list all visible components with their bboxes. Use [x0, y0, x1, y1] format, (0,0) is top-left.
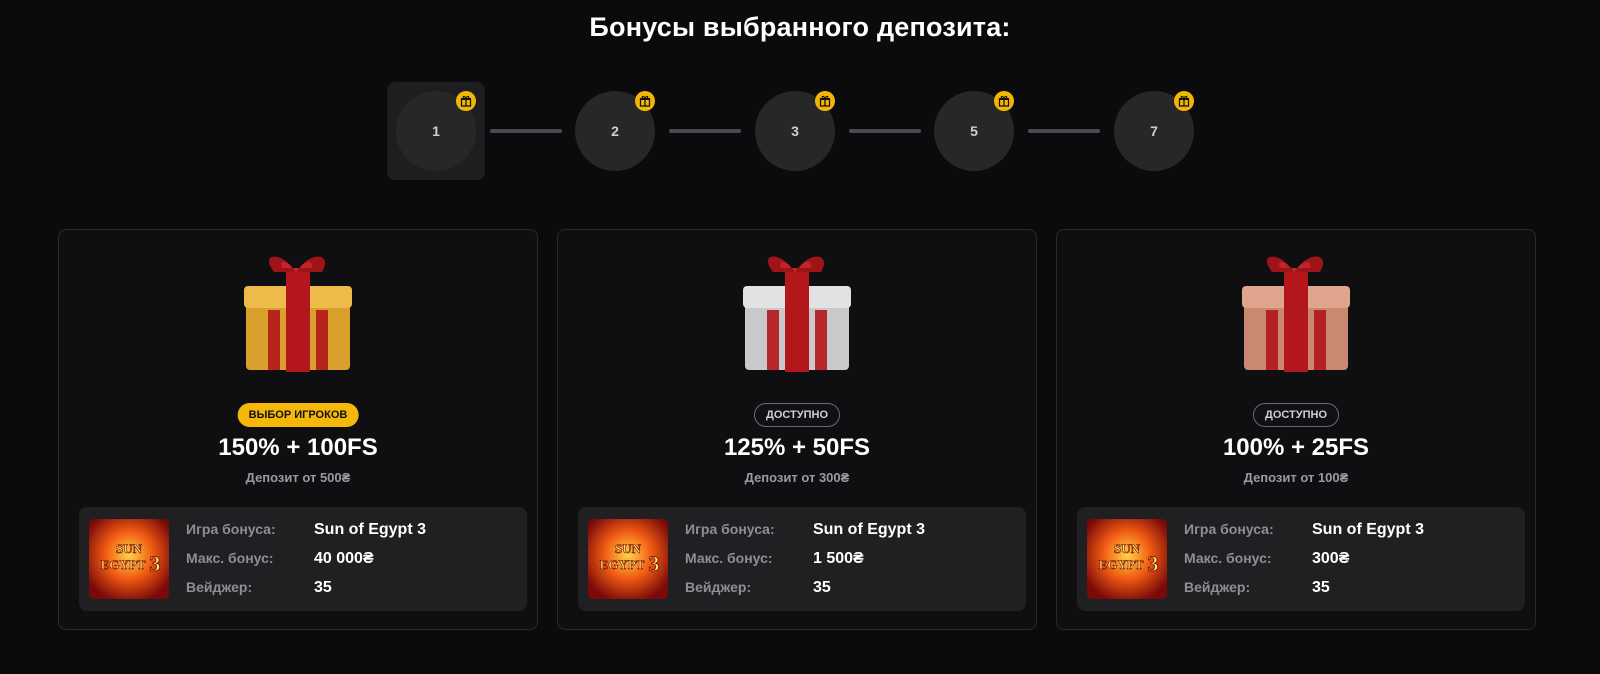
step-connector [849, 129, 921, 133]
max-bonus-row: Макс. бонус: 1 500₴ [685, 550, 864, 568]
game-row: Игра бонуса: Sun of Egypt 3 [685, 521, 925, 539]
min-deposit: Депозит от 300₴ [744, 470, 850, 485]
game-value: Sun of Egypt 3 [314, 521, 426, 538]
svg-text:EGYPT: EGYPT [600, 557, 645, 572]
gift-icon [456, 91, 476, 111]
game-thumbnail[interactable]: SUN EGYPT 3 [588, 519, 668, 599]
game-label: Игра бонуса: [685, 521, 775, 537]
min-deposit: Депозит от 500₴ [245, 470, 351, 485]
bonus-game-panel: SUN EGYPT 3 Игра бонуса: Sun of Egypt 3 М… [578, 507, 1026, 611]
wager-row: Вейджер: 35 [685, 579, 831, 597]
wager-label: Вейджер: [685, 579, 752, 595]
bonus-card[interactable]: ДОСТУПНО 100% + 25FS Депозит от 100₴ SUN… [1056, 229, 1536, 630]
wager-value: 35 [813, 579, 831, 596]
svg-text:SUN: SUN [615, 541, 642, 556]
game-thumbnail[interactable]: SUN EGYPT 3 [89, 519, 169, 599]
max-bonus-row: Макс. бонус: 300₴ [1184, 550, 1349, 568]
svg-text:3: 3 [649, 551, 660, 576]
wager-row: Вейджер: 35 [186, 579, 332, 597]
wager-value: 35 [1312, 579, 1330, 596]
step-1[interactable]: 1 [387, 82, 485, 180]
status-badge: ДОСТУПНО [1252, 403, 1340, 427]
min-deposit: Депозит от 100₴ [1243, 470, 1349, 485]
svg-text:3: 3 [150, 551, 161, 576]
game-value: Sun of Egypt 3 [1312, 521, 1424, 538]
wager-value: 35 [314, 579, 332, 596]
max-bonus-label: Макс. бонус: [1184, 550, 1272, 566]
wager-label: Вейджер: [186, 579, 253, 595]
max-bonus-value: 40 000₴ [314, 550, 374, 567]
gift-box-gold-icon [244, 256, 352, 372]
bonus-game-panel: SUN EGYPT 3 Игра бонуса: Sun of Egypt 3 М… [1077, 507, 1525, 611]
gift-box-silver-icon [743, 256, 851, 372]
bonus-amount: 150% + 100FS [218, 434, 378, 461]
game-row: Игра бонуса: Sun of Egypt 3 [1184, 521, 1424, 539]
bonus-card[interactable]: ВЫБОР ИГРОКОВ 150% + 100FS Депозит от 50… [58, 229, 538, 630]
step-7[interactable]: 7 [1105, 82, 1203, 180]
step-2[interactable]: 2 [566, 82, 664, 180]
wager-label: Вейджер: [1184, 579, 1251, 595]
game-label: Игра бонуса: [1184, 521, 1274, 537]
bonus-game-panel: SUN EGYPT 3 Игра бонуса: Sun of Egypt 3 М… [79, 507, 527, 611]
step-connector [1028, 129, 1100, 133]
bonus-amount: 125% + 50FS [723, 434, 871, 461]
step-connector [490, 129, 562, 133]
step-connector [669, 129, 741, 133]
max-bonus-label: Макс. бонус: [186, 550, 274, 566]
max-bonus-value: 1 500₴ [813, 550, 864, 567]
game-label: Игра бонуса: [186, 521, 276, 537]
svg-text:EGYPT: EGYPT [101, 557, 146, 572]
svg-text:3: 3 [1148, 551, 1159, 576]
svg-text:SUN: SUN [1114, 541, 1141, 556]
max-bonus-value: 300₴ [1312, 550, 1350, 567]
game-thumbnail[interactable]: SUN EGYPT 3 [1087, 519, 1167, 599]
gift-icon [635, 91, 655, 111]
bonus-card[interactable]: ДОСТУПНО 125% + 50FS Депозит от 300₴ SUN… [557, 229, 1037, 630]
gift-icon [1174, 91, 1194, 111]
step-3[interactable]: 3 [746, 82, 844, 180]
max-bonus-label: Макс. бонус: [685, 550, 773, 566]
wager-row: Вейджер: 35 [1184, 579, 1330, 597]
status-badge: ДОСТУПНО [753, 403, 841, 427]
gift-icon [994, 91, 1014, 111]
game-value: Sun of Egypt 3 [813, 521, 925, 538]
svg-text:EGYPT: EGYPT [1099, 557, 1144, 572]
bonus-amount: 100% + 25FS [1222, 434, 1370, 461]
max-bonus-row: Макс. бонус: 40 000₴ [186, 550, 374, 568]
status-badge: ВЫБОР ИГРОКОВ [237, 403, 359, 427]
svg-text:SUN: SUN [116, 541, 143, 556]
deposit-stepper: 1 2 3 5 7 [0, 0, 1600, 200]
gift-icon [815, 91, 835, 111]
step-5[interactable]: 5 [925, 82, 1023, 180]
game-row: Игра бонуса: Sun of Egypt 3 [186, 521, 426, 539]
gift-box-bronze-icon [1242, 256, 1350, 372]
